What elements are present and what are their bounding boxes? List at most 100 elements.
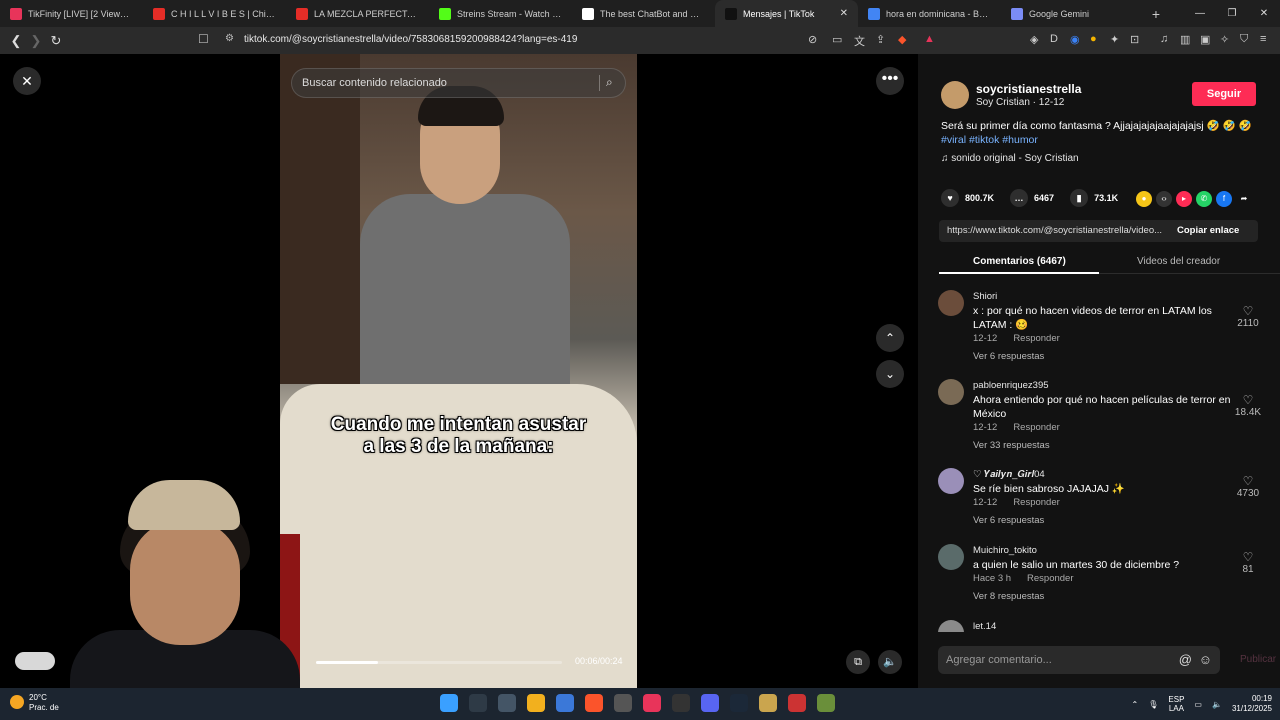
comment-like[interactable]: ♡ 2110: [1228, 304, 1268, 329]
weather-widget[interactable]: 20°C Prac. de: [10, 693, 59, 713]
hashtag[interactable]: #viral: [941, 134, 966, 146]
video-player[interactable]: Cuando me intentan asustar a las 3 de la…: [280, 54, 637, 688]
creator-username[interactable]: soycristianestrella: [976, 82, 1081, 96]
minimize-icon[interactable]: —: [1184, 0, 1216, 27]
site-info-icon[interactable]: ⚙: [225, 33, 234, 44]
send-icon[interactable]: ▸: [1176, 191, 1192, 207]
publish-button[interactable]: Publicar: [1240, 654, 1276, 665]
discord-icon[interactable]: [701, 694, 719, 712]
more-options-button[interactable]: •••: [876, 67, 904, 95]
related-search-bar[interactable]: ⌕: [291, 68, 626, 98]
embed-icon[interactable]: ‹›: [1156, 191, 1172, 207]
hashtag[interactable]: #tiktok: [969, 134, 999, 146]
browser-tab[interactable]: The best ChatBot and Widgets ...: [572, 0, 715, 27]
comment-icon[interactable]: …: [1010, 189, 1029, 207]
comment-username[interactable]: let.14: [973, 621, 996, 632]
vpn-icon[interactable]: ⛉: [1240, 33, 1248, 46]
comment-input[interactable]: [946, 654, 1166, 666]
app-icon[interactable]: [759, 694, 777, 712]
view-replies-button[interactable]: Ver 6 respuestas: [973, 515, 1044, 526]
comment-avatar[interactable]: [938, 620, 964, 632]
view-replies-button[interactable]: Ver 8 respuestas: [973, 591, 1044, 602]
brave-shield-icon[interactable]: ◆: [898, 33, 906, 46]
sidebar-icon[interactable]: ▥: [1180, 33, 1190, 46]
facebook-icon[interactable]: f: [1216, 191, 1232, 207]
media-icon[interactable]: ♫: [1160, 33, 1168, 45]
url-field[interactable]: tiktok.com/@soycristianestrella/video/75…: [244, 34, 577, 45]
new-tab-icon[interactable]: +: [1144, 6, 1168, 22]
view-replies-button[interactable]: Ver 6 respuestas: [973, 351, 1044, 362]
file-explorer-icon[interactable]: [527, 694, 545, 712]
network-icon[interactable]: ▭: [1194, 700, 1202, 709]
search-icon[interactable]: ⌕: [599, 75, 615, 91]
cast-icon[interactable]: ▭: [832, 33, 842, 46]
menu-icon[interactable]: ≡: [1260, 33, 1266, 45]
steam-icon[interactable]: [730, 694, 748, 712]
comment-username[interactable]: Muichiro_tokito: [973, 545, 1037, 556]
leo-ai-icon[interactable]: ✧: [1220, 33, 1229, 46]
reply-button[interactable]: Responder: [1027, 573, 1073, 584]
tab-comments[interactable]: Comentarios (6467): [973, 256, 1066, 267]
app-icon[interactable]: [788, 694, 806, 712]
extension-icon[interactable]: ⊘: [808, 33, 817, 46]
task-view-icon[interactable]: [498, 694, 516, 712]
comment-username[interactable]: pabloenriquez395: [973, 380, 1049, 391]
extensions-puzzle-icon[interactable]: ✦: [1110, 33, 1119, 46]
restore-icon[interactable]: ❐: [1216, 0, 1248, 27]
close-window-icon[interactable]: ✕: [1248, 0, 1280, 27]
browser-tab[interactable]: hora en dominicana - Buscar con ...: [858, 0, 1001, 27]
extension-icon[interactable]: ●: [1090, 33, 1097, 45]
brave-browser-icon[interactable]: [585, 694, 603, 712]
tiktok-icon[interactable]: [643, 694, 661, 712]
close-tab-icon[interactable]: ✕: [840, 8, 848, 19]
search-icon[interactable]: [469, 694, 487, 712]
bookmark-icon[interactable]: ▮: [1070, 189, 1089, 207]
chevron-up-icon[interactable]: ⌃: [1132, 700, 1139, 709]
browser-tab[interactable]: LA MEZCLA PERFECTA VOL 10: [286, 0, 429, 27]
hashtag[interactable]: #humor: [1002, 134, 1038, 146]
epic-games-icon[interactable]: [672, 694, 690, 712]
view-replies-button[interactable]: Ver 33 respuestas: [973, 440, 1050, 451]
floating-player-button[interactable]: ⧉: [846, 650, 870, 674]
comment-like[interactable]: ♡ 18.4K: [1228, 393, 1268, 418]
creator-avatar[interactable]: [941, 81, 969, 109]
comment-avatar[interactable]: [938, 290, 964, 316]
related-search-input[interactable]: [302, 77, 582, 89]
follow-button[interactable]: Seguir: [1192, 82, 1256, 106]
emoji-icon[interactable]: ☺: [1199, 652, 1212, 667]
next-video-button[interactable]: ⌄: [876, 360, 904, 388]
music-link[interactable]: ♫ sonido original - Soy Cristian: [941, 153, 1079, 164]
browser-tab[interactable]: Google Gemini: [1001, 0, 1144, 27]
previous-video-button[interactable]: ⌃: [876, 324, 904, 352]
rewards-icon[interactable]: ▲: [924, 33, 935, 45]
volume-button[interactable]: 🔈: [878, 650, 902, 674]
obs-icon[interactable]: [614, 694, 632, 712]
browser-tab[interactable]: TikFinity [LIVE] [2 Viewers]: [0, 0, 143, 27]
clock[interactable]: 00:19 31/12/2025: [1232, 694, 1272, 714]
comment-avatar[interactable]: [938, 379, 964, 405]
reload-icon[interactable]: ↻: [46, 33, 66, 49]
heart-icon[interactable]: ♥: [941, 189, 959, 207]
microphone-icon[interactable]: 🎙: [1148, 700, 1158, 709]
translate-icon[interactable]: 文: [854, 33, 865, 49]
share-arrow-icon[interactable]: ➦: [1236, 191, 1252, 207]
windows-start-icon[interactable]: [440, 694, 458, 712]
comment-like[interactable]: ♡ 81: [1228, 550, 1268, 575]
language-indicator[interactable]: ESP LAA: [1168, 695, 1184, 713]
screenshot-icon[interactable]: ⊡: [1130, 33, 1139, 46]
volume-icon[interactable]: 🔈: [1212, 700, 1222, 709]
extension-icon[interactable]: ◉: [1070, 33, 1080, 46]
copy-link-button[interactable]: Copiar enlace: [1177, 225, 1239, 236]
forward-icon[interactable]: ❯: [26, 33, 46, 49]
comment-like[interactable]: ♡ 4730: [1228, 474, 1268, 499]
whatsapp-icon[interactable]: ✆: [1196, 191, 1212, 207]
comment-avatar[interactable]: [938, 544, 964, 570]
bookmark-icon[interactable]: ☐: [198, 32, 209, 46]
reply-button[interactable]: Responder: [1013, 422, 1059, 433]
coin-icon[interactable]: ●: [1136, 191, 1152, 207]
share-page-icon[interactable]: ⇪: [876, 33, 885, 46]
extension-icon[interactable]: ◈: [1030, 33, 1038, 46]
wallet-icon[interactable]: ▣: [1200, 33, 1210, 46]
extension-icon[interactable]: D: [1050, 33, 1058, 45]
video-progress-bar[interactable]: [316, 661, 562, 664]
